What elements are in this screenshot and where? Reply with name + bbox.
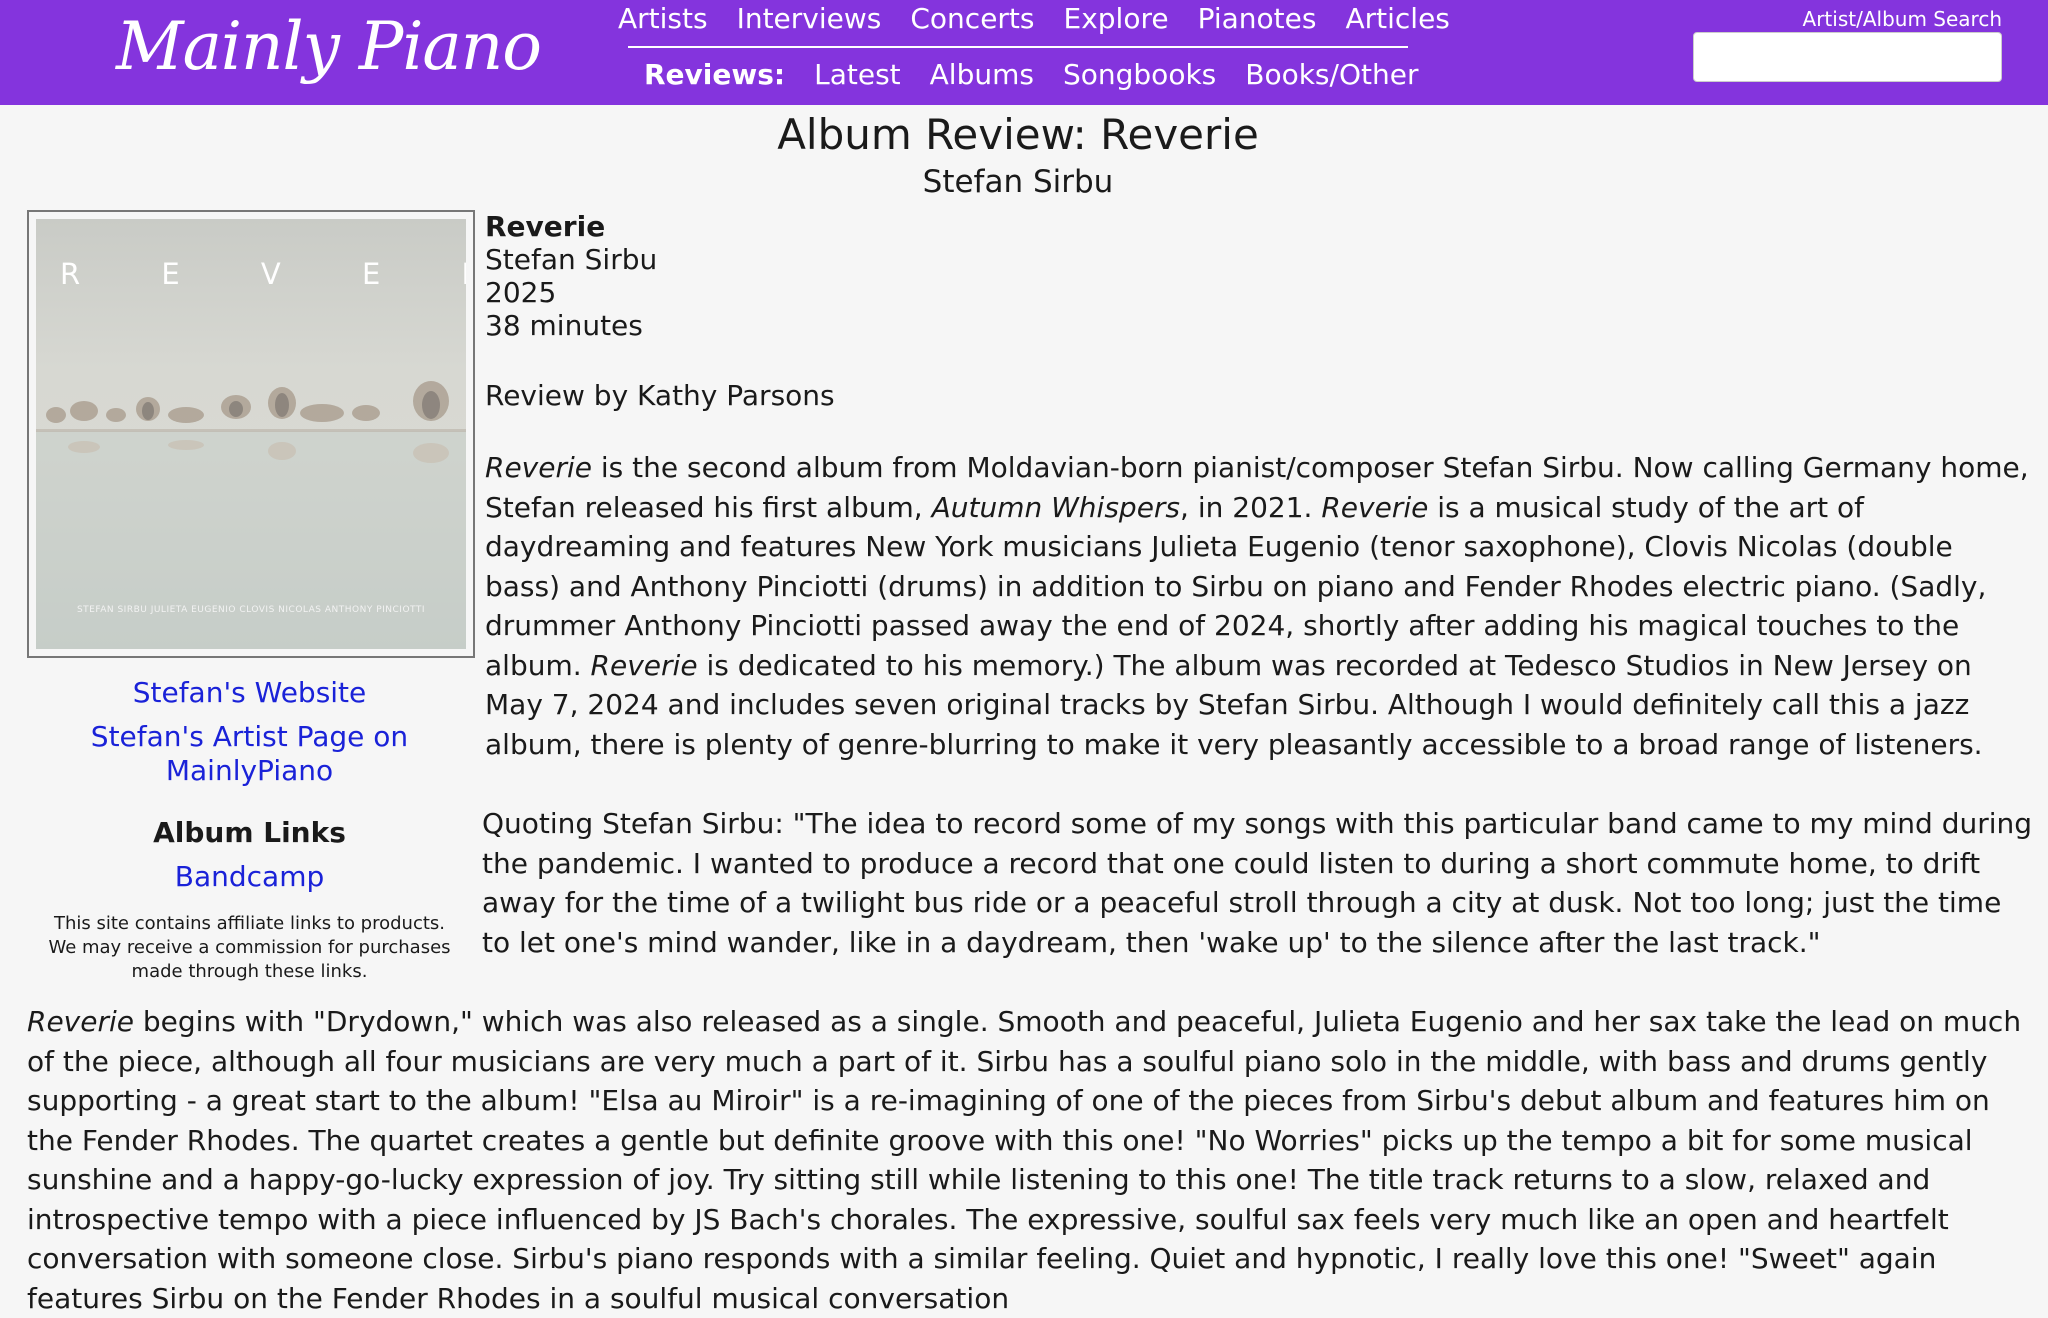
site-logo[interactable]: Mainly Piano bbox=[116, 8, 542, 85]
page-artist: Stefan Sirbu bbox=[922, 164, 1114, 200]
nav-interviews[interactable]: Interviews bbox=[737, 2, 882, 35]
review-text: Quoting Stefan Sirbu: "The idea to recor… bbox=[482, 807, 2033, 959]
album-length: 38 minutes bbox=[485, 309, 643, 342]
review-paragraph-1: Reverie is the second album from Moldavi… bbox=[485, 448, 2035, 764]
nav-reviews-books-other[interactable]: Books/Other bbox=[1245, 58, 1418, 91]
reviews-label: Reviews: bbox=[644, 58, 786, 91]
main-nav: Artists Interviews Concerts Explore Pian… bbox=[618, 2, 1450, 35]
album-title-mention: Autumn Whispers bbox=[931, 490, 1181, 524]
search-label: Artist/Album Search bbox=[1802, 7, 2002, 31]
album-title-mention: Reverie bbox=[485, 451, 592, 484]
album-name: Reverie bbox=[485, 210, 606, 243]
nav-reviews-songbooks[interactable]: Songbooks bbox=[1063, 58, 1216, 91]
album-cover-art: R E V E R I E bbox=[36, 219, 466, 649]
nav-explore[interactable]: Explore bbox=[1064, 2, 1169, 35]
album-cover-credits: STEFAN SIRBU JULIETA EUGENIO CLOVIS NICO… bbox=[76, 605, 426, 615]
review-paragraph-3: Reverie begins with "Drydown," which was… bbox=[27, 1002, 2037, 1318]
review-paragraph-2: Quoting Stefan Sirbu: "The idea to recor… bbox=[482, 804, 2037, 962]
album-links-heading: Album Links bbox=[153, 816, 346, 849]
artist-page-link[interactable]: Stefan's Artist Page on MainlyPiano bbox=[27, 720, 472, 788]
review-text: is dedicated to his memory.) The album w… bbox=[485, 648, 1983, 761]
page-title: Album Review: Reverie bbox=[777, 110, 1259, 159]
nav-reviews-albums[interactable]: Albums bbox=[930, 58, 1034, 91]
nav-divider bbox=[628, 46, 1408, 48]
album-title-mention: Reverie bbox=[1321, 490, 1429, 524]
artist-album-search-input[interactable] bbox=[1693, 32, 2002, 82]
review-author: Review by Kathy Parsons bbox=[485, 379, 835, 412]
album-title-mention: Reverie bbox=[27, 1005, 134, 1038]
album-artist: Stefan Sirbu bbox=[485, 243, 658, 276]
affiliate-disclaimer: This site contains affiliate links to pr… bbox=[48, 913, 451, 982]
album-info: Reverie Stefan Sirbu 2025 38 minutes bbox=[485, 210, 657, 342]
site-header: Mainly Piano Artists Interviews Concerts… bbox=[0, 0, 2048, 105]
nav-artists[interactable]: Artists bbox=[618, 2, 708, 35]
artist-website-link[interactable]: Stefan's Website bbox=[27, 676, 472, 709]
cover-tree-line-image bbox=[36, 381, 466, 649]
nav-articles[interactable]: Articles bbox=[1345, 2, 1449, 35]
nav-pianotes[interactable]: Pianotes bbox=[1198, 2, 1317, 35]
bandcamp-link[interactable]: Bandcamp bbox=[27, 860, 472, 893]
nav-concerts[interactable]: Concerts bbox=[910, 2, 1034, 35]
album-year: 2025 bbox=[485, 276, 557, 309]
review-text: begins with "Drydown," which was also re… bbox=[27, 1005, 2022, 1315]
nav-reviews-latest[interactable]: Latest bbox=[814, 58, 901, 91]
reviews-nav: Reviews: Latest Albums Songbooks Books/O… bbox=[644, 58, 1418, 91]
album-cover: R E V E R I E bbox=[27, 210, 475, 658]
album-title-mention: Reverie bbox=[590, 648, 698, 682]
review-text: , in 2021. bbox=[1180, 490, 1322, 524]
